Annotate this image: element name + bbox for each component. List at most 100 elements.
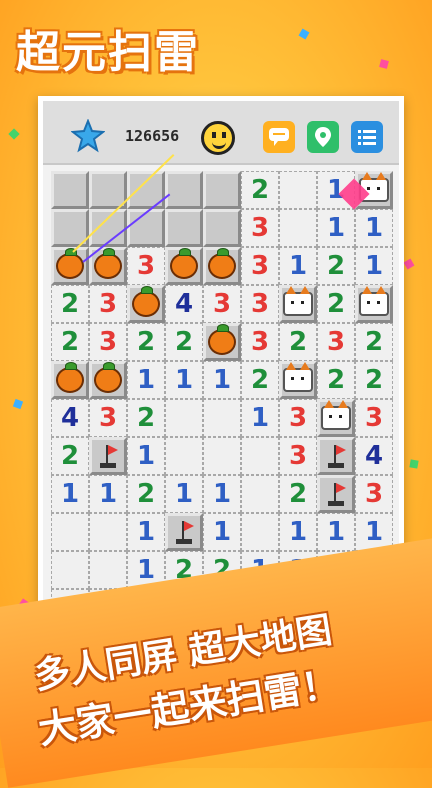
flag-cell[interactable] bbox=[165, 513, 203, 551]
number-cell[interactable]: 4 bbox=[355, 437, 393, 475]
confetti bbox=[379, 59, 389, 69]
empty-cell[interactable] bbox=[51, 551, 89, 589]
orange-icon bbox=[208, 248, 236, 279]
number-cell[interactable]: 3 bbox=[279, 399, 317, 437]
number-cell[interactable]: 1 bbox=[279, 247, 317, 285]
number-cell[interactable]: 2 bbox=[317, 285, 355, 323]
number-cell[interactable]: 2 bbox=[279, 475, 317, 513]
number-cell[interactable]: 3 bbox=[127, 247, 165, 285]
number-cell[interactable]: 3 bbox=[89, 285, 127, 323]
confetti bbox=[403, 258, 415, 270]
number-cell[interactable]: 1 bbox=[203, 513, 241, 551]
star-icon bbox=[71, 119, 105, 153]
number-cell[interactable]: 1 bbox=[165, 475, 203, 513]
number-cell[interactable]: 2 bbox=[241, 171, 279, 209]
app-title: 超元扫雷 bbox=[16, 27, 200, 78]
number-cell[interactable]: 1 bbox=[241, 399, 279, 437]
number-cell[interactable]: 3 bbox=[89, 323, 127, 361]
number-cell[interactable]: 3 bbox=[241, 209, 279, 247]
hud-bar: 126656 bbox=[43, 101, 399, 165]
menu-list-button[interactable] bbox=[351, 121, 383, 153]
covered-cell[interactable] bbox=[51, 171, 89, 209]
chat-bubble-icon bbox=[269, 128, 289, 146]
orange-cell[interactable] bbox=[127, 285, 165, 323]
number-cell[interactable]: 2 bbox=[279, 323, 317, 361]
number-cell[interactable]: 3 bbox=[241, 285, 279, 323]
number-cell[interactable]: 1 bbox=[89, 475, 127, 513]
number-cell[interactable]: 2 bbox=[127, 323, 165, 361]
number-cell[interactable]: 1 bbox=[203, 361, 241, 399]
empty-cell[interactable] bbox=[203, 437, 241, 475]
covered-cell[interactable] bbox=[203, 171, 241, 209]
cat-cell[interactable] bbox=[279, 285, 317, 323]
number-cell[interactable]: 2 bbox=[355, 323, 393, 361]
orange-cell[interactable] bbox=[51, 361, 89, 399]
number-cell[interactable]: 1 bbox=[355, 247, 393, 285]
cat-cell[interactable] bbox=[355, 285, 393, 323]
number-cell[interactable]: 1 bbox=[165, 361, 203, 399]
flag-cell[interactable] bbox=[317, 475, 355, 513]
number-cell[interactable]: 1 bbox=[203, 475, 241, 513]
empty-cell[interactable] bbox=[241, 513, 279, 551]
empty-cell[interactable] bbox=[241, 437, 279, 475]
confetti bbox=[8, 128, 20, 140]
number-cell[interactable]: 1 bbox=[317, 209, 355, 247]
covered-cell[interactable] bbox=[203, 209, 241, 247]
confetti bbox=[298, 28, 310, 40]
empty-cell[interactable] bbox=[203, 399, 241, 437]
number-cell[interactable]: 1 bbox=[127, 361, 165, 399]
empty-cell[interactable] bbox=[165, 437, 203, 475]
number-cell[interactable]: 2 bbox=[51, 437, 89, 475]
number-cell[interactable]: 1 bbox=[317, 513, 355, 551]
number-cell[interactable]: 3 bbox=[355, 399, 393, 437]
number-cell[interactable]: 2 bbox=[127, 475, 165, 513]
flag-cell[interactable] bbox=[89, 437, 127, 475]
number-cell[interactable]: 1 bbox=[355, 209, 393, 247]
flag-cell[interactable] bbox=[317, 437, 355, 475]
number-cell[interactable]: 2 bbox=[165, 323, 203, 361]
number-cell[interactable]: 2 bbox=[317, 247, 355, 285]
number-cell[interactable]: 2 bbox=[241, 361, 279, 399]
chat-bubble-button[interactable] bbox=[263, 121, 295, 153]
number-cell[interactable]: 4 bbox=[165, 285, 203, 323]
number-cell[interactable]: 2 bbox=[355, 361, 393, 399]
number-cell[interactable]: 1 bbox=[51, 475, 89, 513]
number-cell[interactable]: 3 bbox=[317, 323, 355, 361]
orange-cell[interactable] bbox=[203, 247, 241, 285]
flag-icon bbox=[326, 443, 346, 469]
number-cell[interactable]: 2 bbox=[317, 361, 355, 399]
number-cell[interactable]: 3 bbox=[241, 247, 279, 285]
empty-cell[interactable] bbox=[279, 171, 317, 209]
cat-cell[interactable] bbox=[317, 399, 355, 437]
covered-cell[interactable] bbox=[165, 171, 203, 209]
empty-cell[interactable] bbox=[89, 513, 127, 551]
number-cell[interactable]: 2 bbox=[51, 285, 89, 323]
cat-icon bbox=[359, 286, 389, 316]
orange-cell[interactable] bbox=[89, 361, 127, 399]
empty-cell[interactable] bbox=[279, 209, 317, 247]
covered-cell[interactable] bbox=[165, 209, 203, 247]
number-cell[interactable]: 3 bbox=[355, 475, 393, 513]
orange-cell[interactable] bbox=[165, 247, 203, 285]
empty-cell[interactable] bbox=[241, 475, 279, 513]
orange-cell[interactable] bbox=[51, 247, 89, 285]
number-cell[interactable]: 2 bbox=[127, 399, 165, 437]
orange-icon bbox=[94, 362, 122, 393]
number-cell[interactable]: 3 bbox=[203, 285, 241, 323]
number-cell[interactable]: 1 bbox=[127, 513, 165, 551]
number-cell[interactable]: 4 bbox=[51, 399, 89, 437]
orange-cell[interactable] bbox=[203, 323, 241, 361]
map-location-button[interactable] bbox=[307, 121, 339, 153]
number-cell[interactable]: 3 bbox=[279, 437, 317, 475]
number-cell[interactable]: 3 bbox=[89, 399, 127, 437]
number-cell[interactable]: 1 bbox=[279, 513, 317, 551]
empty-cell[interactable] bbox=[165, 399, 203, 437]
number-cell[interactable]: 1 bbox=[127, 437, 165, 475]
empty-cell[interactable] bbox=[51, 513, 89, 551]
cat-cell[interactable] bbox=[279, 361, 317, 399]
smiley-face-icon[interactable] bbox=[201, 121, 235, 155]
covered-cell[interactable] bbox=[127, 209, 165, 247]
number-cell[interactable]: 3 bbox=[241, 323, 279, 361]
number-cell[interactable]: 2 bbox=[51, 323, 89, 361]
empty-cell[interactable] bbox=[89, 551, 127, 589]
